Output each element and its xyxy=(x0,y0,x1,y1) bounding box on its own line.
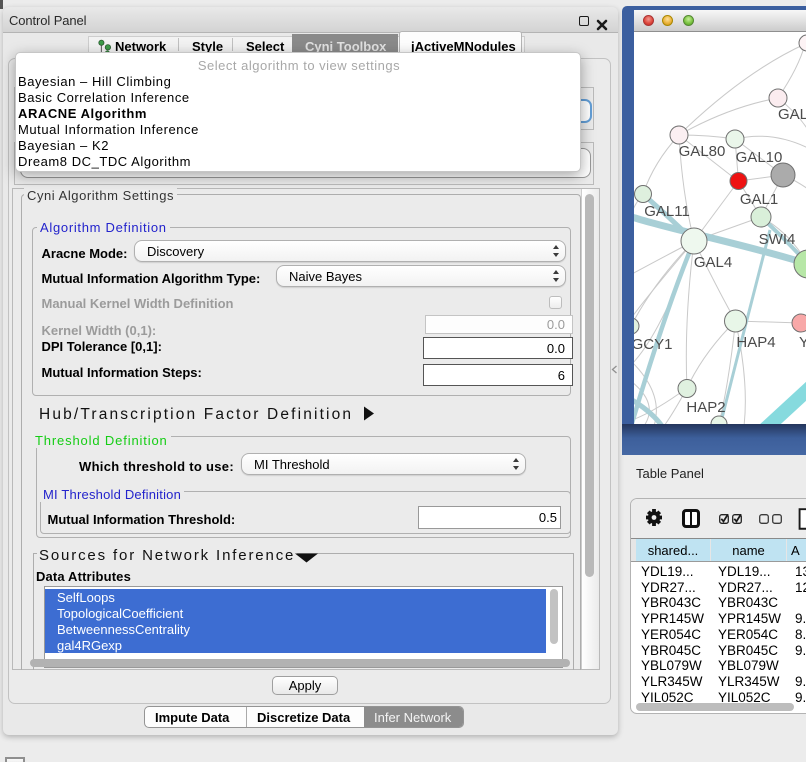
svg-text:HAP4: HAP4 xyxy=(736,334,775,351)
svg-text:GAL11: GAL11 xyxy=(644,203,690,220)
svg-text:HAP2: HAP2 xyxy=(686,399,725,416)
svg-text:SWI4: SWI4 xyxy=(759,231,796,248)
svg-text:Y: Y xyxy=(799,334,806,351)
svg-text:GAL10: GAL10 xyxy=(736,149,783,166)
svg-text:GCY1: GCY1 xyxy=(634,336,672,353)
svg-text:GAL4: GAL4 xyxy=(694,254,732,271)
svg-text:GAL80: GAL80 xyxy=(679,143,726,160)
svg-text:GAL7: GAL7 xyxy=(778,106,806,123)
svg-text:GAL1: GAL1 xyxy=(740,191,778,208)
